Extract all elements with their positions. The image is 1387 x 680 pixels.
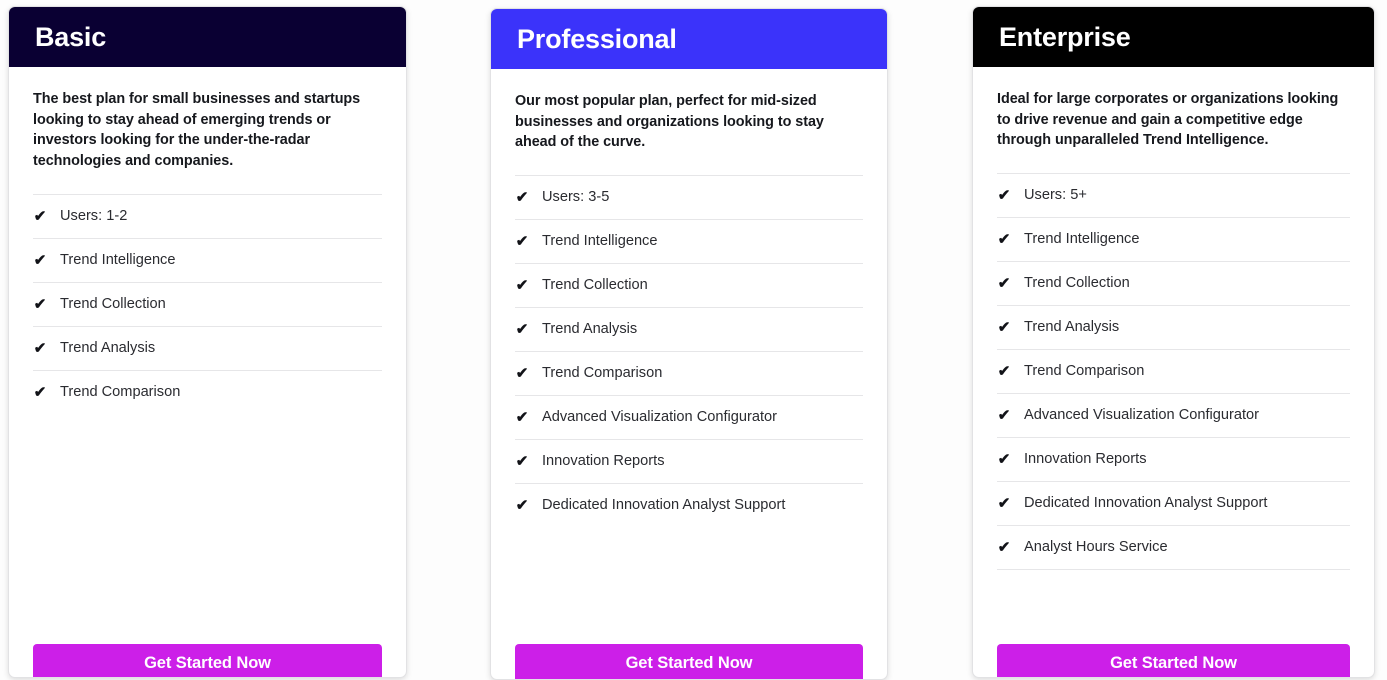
list-item: ✔ Trend Intelligence <box>33 239 382 283</box>
feature-label: Trend Intelligence <box>1024 230 1140 247</box>
feature-label: Trend Collection <box>1024 274 1130 291</box>
get-started-button[interactable]: Get Started Now <box>997 644 1350 677</box>
feature-label: Innovation Reports <box>1024 450 1147 467</box>
check-icon: ✔ <box>997 451 1011 469</box>
check-icon: ✔ <box>997 363 1011 381</box>
plan-description: Our most popular plan, perfect for mid-s… <box>515 93 824 151</box>
list-item: ✔ Users: 1-2 <box>33 195 382 239</box>
check-icon: ✔ <box>997 319 1011 337</box>
get-started-button[interactable]: Get Started Now <box>33 644 382 677</box>
feature-label: Trend Analysis <box>60 339 156 356</box>
check-icon: ✔ <box>997 407 1011 425</box>
check-icon: ✔ <box>515 409 529 427</box>
check-icon: ✔ <box>515 233 529 251</box>
plan-header-professional: Professional <box>491 9 887 69</box>
feature-label: Trend Comparison <box>60 383 181 400</box>
check-icon: ✔ <box>33 251 47 269</box>
feature-list: ✔ Users: 3-5 ✔ Trend Intelligence ✔ Tren… <box>515 175 863 527</box>
feature-label: Trend Comparison <box>542 364 663 381</box>
plan-title: Enterprise <box>999 21 1131 52</box>
list-item: ✔ Trend Comparison <box>515 352 863 397</box>
list-item: ✔ Innovation Reports <box>515 440 863 485</box>
get-started-button[interactable]: Get Started Now <box>515 644 863 679</box>
cta-container: Get Started Now <box>33 644 382 677</box>
check-icon: ✔ <box>515 189 529 207</box>
list-item: ✔ Trend Collection <box>33 283 382 327</box>
list-item: ✔ Dedicated Innovation Analyst Support <box>515 484 863 527</box>
list-item: ✔ Users: 5+ <box>997 174 1350 219</box>
feature-list: ✔ Users: 1-2 ✔ Trend Intelligence ✔ Tren… <box>33 193 382 414</box>
list-item: ✔ Trend Analysis <box>997 306 1350 351</box>
cta-container: Get Started Now <box>515 644 863 679</box>
feature-label: Trend Collection <box>60 295 166 312</box>
feature-label: Dedicated Innovation Analyst Support <box>542 496 786 513</box>
check-icon: ✔ <box>997 539 1011 557</box>
list-item: ✔ Trend Analysis <box>515 308 863 353</box>
list-item: ✔ Dedicated Innovation Analyst Support <box>997 482 1350 527</box>
list-item: ✔ Trend Collection <box>515 264 863 309</box>
feature-label: Users: 5+ <box>1024 186 1087 203</box>
check-icon: ✔ <box>515 497 529 515</box>
pricing-plans-board: Basic The best plan for small businesses… <box>0 0 1387 680</box>
check-icon: ✔ <box>33 383 47 401</box>
feature-list: ✔ Users: 5+ ✔ Trend Intelligence ✔ Trend… <box>997 173 1350 571</box>
check-icon: ✔ <box>33 295 47 313</box>
list-item: ✔ Advanced Visualization Configurator <box>997 394 1350 439</box>
plan-body-professional: Our most popular plan, perfect for mid-s… <box>491 69 887 679</box>
plan-title: Professional <box>517 23 677 54</box>
plan-body-enterprise: Ideal for large corporates or organizati… <box>973 67 1374 677</box>
check-icon: ✔ <box>33 339 47 357</box>
list-item: ✔ Trend Comparison <box>33 371 382 414</box>
list-item: ✔ Trend Collection <box>997 262 1350 307</box>
feature-label: Advanced Visualization Configurator <box>1024 406 1259 423</box>
check-icon: ✔ <box>515 321 529 339</box>
plan-header-enterprise: Enterprise <box>973 7 1374 67</box>
cta-container: Get Started Now <box>997 644 1350 677</box>
plan-card-professional: Professional Our most popular plan, perf… <box>490 8 888 680</box>
list-item: ✔ Trend Intelligence <box>515 220 863 265</box>
check-icon: ✔ <box>997 231 1011 249</box>
list-item: ✔ Trend Analysis <box>33 327 382 371</box>
check-icon: ✔ <box>33 207 47 225</box>
feature-label: Advanced Visualization Configurator <box>542 408 777 425</box>
check-icon: ✔ <box>515 365 529 383</box>
feature-label: Trend Analysis <box>1024 318 1120 335</box>
feature-label: Analyst Hours Service <box>1024 538 1168 555</box>
plan-title: Basic <box>35 21 107 52</box>
list-item: ✔ Innovation Reports <box>997 438 1350 483</box>
plan-description: The best plan for small businesses and s… <box>33 91 361 170</box>
plan-description: Ideal for large corporates or organizati… <box>997 91 1339 149</box>
plan-header-basic: Basic <box>9 7 406 67</box>
feature-label: Trend Comparison <box>1024 362 1145 379</box>
list-item: ✔ Users: 3-5 <box>515 176 863 221</box>
check-icon: ✔ <box>997 187 1011 205</box>
list-item: ✔ Trend Intelligence <box>997 218 1350 263</box>
plan-card-basic: Basic The best plan for small businesses… <box>8 6 407 678</box>
feature-label: Users: 3-5 <box>542 188 610 205</box>
check-icon: ✔ <box>515 453 529 471</box>
feature-label: Users: 1-2 <box>60 207 128 224</box>
feature-label: Trend Collection <box>542 276 648 293</box>
list-item: ✔ Advanced Visualization Configurator <box>515 396 863 441</box>
feature-label: Innovation Reports <box>542 452 665 469</box>
plan-card-enterprise: Enterprise Ideal for large corporates or… <box>972 6 1375 678</box>
feature-label: Trend Intelligence <box>542 232 658 249</box>
check-icon: ✔ <box>997 495 1011 513</box>
list-item: ✔ Trend Comparison <box>997 350 1350 395</box>
plan-body-basic: The best plan for small businesses and s… <box>9 67 406 677</box>
list-item: ✔ Analyst Hours Service <box>997 526 1350 571</box>
check-icon: ✔ <box>997 275 1011 293</box>
feature-label: Trend Intelligence <box>60 251 176 268</box>
feature-label: Trend Analysis <box>542 320 638 337</box>
feature-label: Dedicated Innovation Analyst Support <box>1024 494 1268 511</box>
check-icon: ✔ <box>515 277 529 295</box>
